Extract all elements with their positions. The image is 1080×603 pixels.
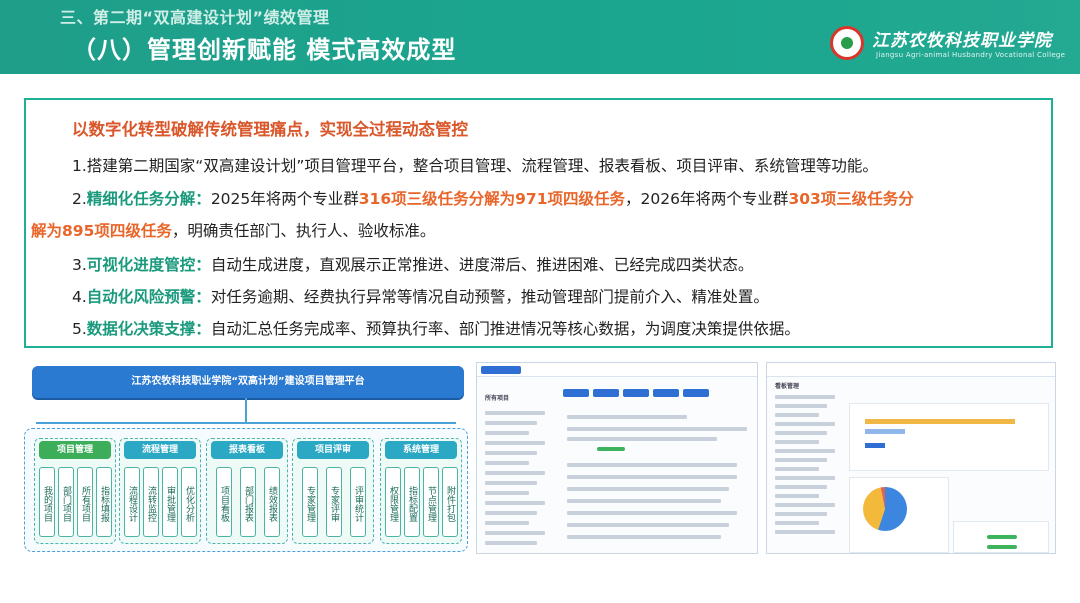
module-item: 项目看板 bbox=[216, 467, 232, 537]
platform-diagram: 江苏农牧科技职业学院“双高计划”建设项目管理平台 项目管理我的项目 部门项目 所有项… bbox=[24, 362, 468, 554]
screenshot-all-projects: 所有项目 bbox=[476, 362, 758, 554]
module-2: 流程管理流程设计 流转监控 审批管理 优化分析 bbox=[119, 438, 201, 544]
point-3: 3.可视化进度管控：自动生成进度，直观展示正常推进、进度滞后、推进困难、已经完成… bbox=[72, 256, 754, 274]
module-item: 评审统计 bbox=[350, 467, 366, 537]
module-5: 系统管理权限管理 指标配置 节点管理 附件打包 bbox=[380, 438, 462, 544]
module-item: 节点管理 bbox=[423, 467, 439, 537]
module-title: 项目管理 bbox=[39, 441, 111, 459]
shot1-title: 所有项目 bbox=[485, 395, 510, 402]
school-name-en: Jiangsu Agri-animal Husbandry Vocational… bbox=[876, 51, 1066, 59]
module-title: 报表看板 bbox=[211, 441, 283, 459]
module-item: 审批管理 bbox=[162, 467, 178, 537]
module-item: 流程设计 bbox=[124, 467, 140, 537]
module-item: 专家管理 bbox=[302, 467, 318, 537]
module-3: 报表看板项目看板 部门报表 绩效报表 bbox=[206, 438, 288, 544]
point-2-cont: 解为895项四级任务，明确责任部门、执行人、验收标准。 bbox=[31, 222, 436, 240]
module-item: 专家评审 bbox=[326, 467, 342, 537]
point-5: 5.数据化决策支撑：自动汇总任务完成率、预算执行率、部门推进情况等核心数据，为调… bbox=[72, 320, 800, 338]
module-item: 优化分析 bbox=[181, 467, 197, 537]
shot2-title: 看板管理 bbox=[775, 383, 800, 390]
module-title: 项目评审 bbox=[297, 441, 369, 459]
module-1: 项目管理我的项目 部门项目 所有项目 指标填报 bbox=[34, 438, 116, 544]
module-4: 项目评审专家管理 专家评审 评审统计 bbox=[292, 438, 374, 544]
header-banner: 三、第二期“双高建设计划”绩效管理 （八）管理创新赋能 模式高效成型 江苏农牧科… bbox=[0, 0, 1080, 74]
content-box: 以数字化转型破解传统管理痛点，实现全过程动态管控 1.搭建第二期国家“双高建设计… bbox=[24, 98, 1053, 348]
module-title: 流程管理 bbox=[124, 441, 196, 459]
module-item: 部门项目 bbox=[58, 467, 74, 537]
school-logo-icon bbox=[830, 26, 864, 60]
screenshot-dashboard: 看板管理 bbox=[766, 362, 1056, 554]
module-item: 附件打包 bbox=[442, 467, 458, 537]
point-1: 1.搭建第二期国家“双高建设计划”项目管理平台，整合项目管理、流程管理、报表看板… bbox=[72, 157, 878, 175]
page-title: （八）管理创新赋能 模式高效成型 bbox=[72, 36, 457, 64]
module-item: 指标配置 bbox=[404, 467, 420, 537]
module-item: 权限管理 bbox=[385, 467, 401, 537]
point-4: 4.自动化风险预警：对任务逾期、经费执行异常等情况自动预警，推动管理部门提前介入… bbox=[72, 288, 769, 306]
module-item: 绩效报表 bbox=[264, 467, 280, 537]
module-title: 系统管理 bbox=[385, 441, 457, 459]
module-item: 所有项目 bbox=[77, 467, 93, 537]
module-item: 流转监控 bbox=[143, 467, 159, 537]
point-2: 2.精细化任务分解：2025年将两个专业群316项三级任务分解为971项四级任务… bbox=[72, 190, 914, 208]
module-item: 我的项目 bbox=[39, 467, 55, 537]
school-name-cn: 江苏农牧科技职业学院 bbox=[872, 31, 1052, 51]
module-item: 指标填报 bbox=[96, 467, 112, 537]
connector bbox=[245, 398, 247, 422]
platform-title: 江苏农牧科技职业学院“双高计划”建设项目管理平台 bbox=[32, 366, 464, 398]
section-subtitle: 三、第二期“双高建设计划”绩效管理 bbox=[60, 8, 330, 27]
content-heading: 以数字化转型破解传统管理痛点，实现全过程动态管控 bbox=[72, 120, 468, 139]
module-item: 部门报表 bbox=[240, 467, 256, 537]
connector bbox=[36, 422, 456, 424]
